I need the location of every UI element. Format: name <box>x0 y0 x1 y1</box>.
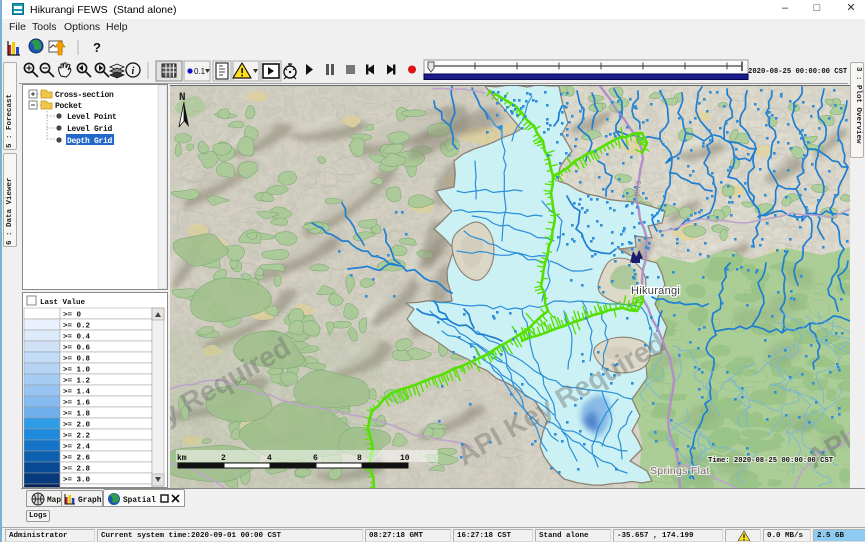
svg-text:Level Point: Level Point <box>67 113 117 122</box>
svg-text:Time: 2020-08-25 00:00:00 CST: Time: 2020-08-25 00:00:00 CST <box>708 457 834 465</box>
svg-text:>= 2.0: >= 2.0 <box>63 422 91 430</box>
svg-text:N: N <box>179 92 186 104</box>
svg-text:Hikurangi: Hikurangi <box>631 285 680 297</box>
svg-text:>= 0.4: >= 0.4 <box>63 334 91 342</box>
svg-text:>= 0: >= 0 <box>63 312 82 320</box>
svg-text:10: 10 <box>400 454 410 463</box>
svg-text:Pocket: Pocket <box>55 102 83 111</box>
svg-text:>= 1.0: >= 1.0 <box>63 367 91 375</box>
svg-text:Graph: Graph <box>78 497 102 505</box>
svg-text:>= 1.6: >= 1.6 <box>63 400 91 408</box>
svg-text:Spatial: Spatial <box>123 497 156 505</box>
svg-text:>= 3.0: >= 3.0 <box>63 477 91 485</box>
svg-text:2020-08-25 00:00:00 CST: 2020-08-25 00:00:00 CST <box>748 68 848 76</box>
svg-text:0.1: 0.1 <box>194 67 206 76</box>
svg-text:i: i <box>132 66 135 77</box>
svg-text:?: ? <box>93 40 101 55</box>
svg-text:>= 2.8: >= 2.8 <box>63 466 91 474</box>
svg-text:Map: Map <box>47 497 61 505</box>
svg-text:Last Value: Last Value <box>40 299 86 307</box>
svg-text:>= 1.2: >= 1.2 <box>63 378 91 386</box>
svg-text:Depth Grid: Depth Grid <box>67 137 113 146</box>
svg-text:>= 1.4: >= 1.4 <box>63 389 91 397</box>
svg-text:>= 0.2: >= 0.2 <box>63 323 91 331</box>
svg-text:>= 0.6: >= 0.6 <box>63 345 91 353</box>
svg-text:>= 2.2: >= 2.2 <box>63 433 91 441</box>
svg-text:6: 6 <box>313 454 318 463</box>
svg-text:Cross-section: Cross-section <box>55 91 114 100</box>
svg-text:>= 2.4: >= 2.4 <box>63 444 91 452</box>
svg-text:km: km <box>177 454 187 463</box>
svg-text:8: 8 <box>357 454 362 463</box>
svg-text:Springs Flat: Springs Flat <box>650 465 710 477</box>
svg-text:>= 1.8: >= 1.8 <box>63 411 91 419</box>
svg-text:2: 2 <box>221 454 226 463</box>
svg-text:>= 2.6: >= 2.6 <box>63 455 91 463</box>
svg-text:Level Grid: Level Grid <box>67 125 113 134</box>
svg-text:>= 0.8: >= 0.8 <box>63 356 91 364</box>
svg-text:4: 4 <box>267 454 272 463</box>
